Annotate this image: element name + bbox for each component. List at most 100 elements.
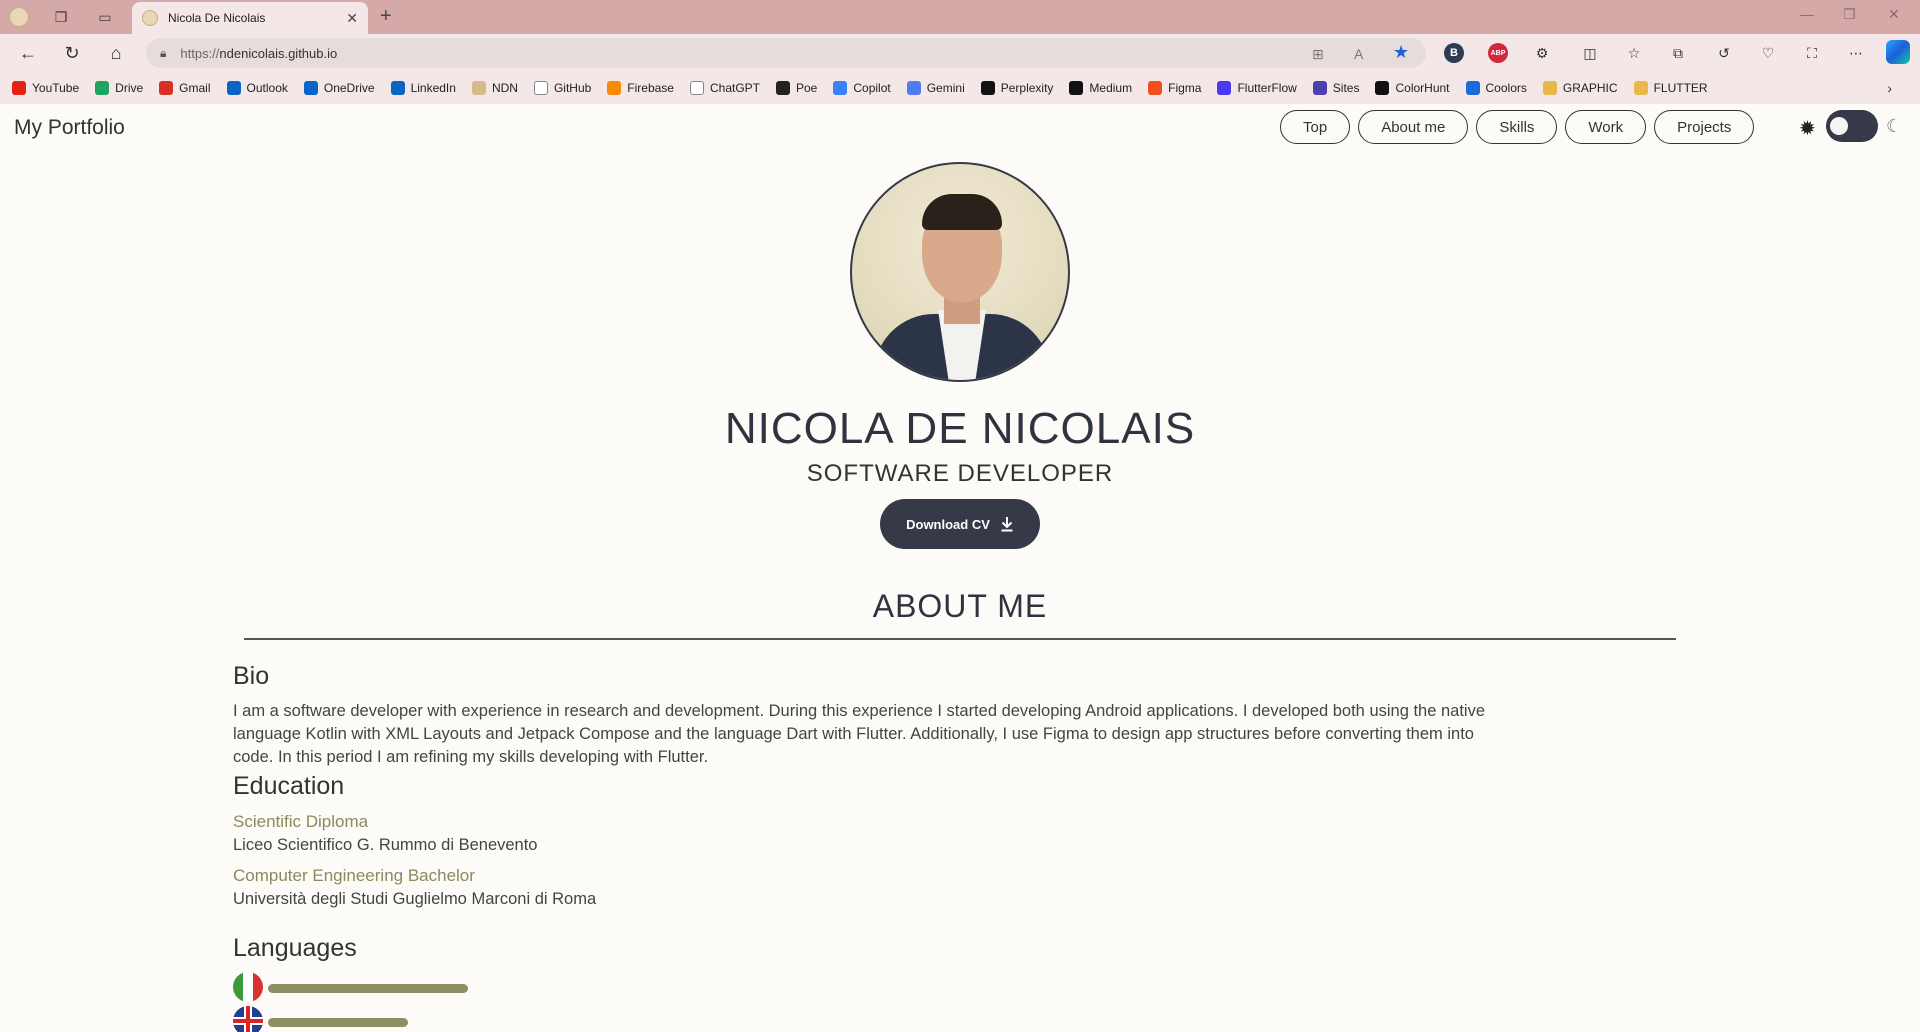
bookmark-colorhunt[interactable]: ColorHunt: [1375, 81, 1450, 95]
bookmark-youtube[interactable]: YouTube: [12, 81, 79, 95]
bookmark-chatgpt[interactable]: ChatGPT: [689, 81, 760, 95]
bookmarks-bar: YouTube Drive Gmail Outlook OneDrive LinkedIn…: [0, 72, 1920, 104]
more-bookmarks-icon[interactable]: ›: [1887, 80, 1892, 96]
bookmark-label: Coolors: [1485, 81, 1527, 95]
split-screen-icon[interactable]: ◫: [1580, 43, 1600, 63]
flutterflow-icon: [1217, 81, 1232, 95]
hero-role: SOFTWARE DEVELOPER: [806, 460, 1114, 487]
restore-icon[interactable]: ❐: [1843, 6, 1856, 23]
language-bar-fill: [268, 984, 468, 993]
workspaces-icon[interactable]: ❐: [50, 6, 72, 28]
collections-icon[interactable]: ⧉: [1668, 43, 1688, 63]
education-heading: Education: [233, 772, 345, 800]
read-aloud-icon[interactable]: A: [1354, 46, 1363, 62]
firebase-icon: [607, 81, 622, 95]
bookmark-label: Gemini: [926, 81, 965, 95]
bookmark-perplexity[interactable]: Perplexity: [980, 81, 1054, 95]
bookmark-outlook[interactable]: Outlook: [226, 81, 288, 95]
browser-tab-active[interactable]: Nicola De Nicolais ✕: [132, 2, 368, 34]
bio-heading: Bio: [233, 662, 270, 690]
lock-icon: 🔒︎: [160, 45, 167, 60]
download-cv-button[interactable]: Download CV: [880, 499, 1040, 549]
nav-work[interactable]: Work: [1565, 110, 1647, 144]
bookmark-coolors[interactable]: Coolors: [1465, 81, 1527, 95]
app-available-icon[interactable]: ⊞: [1312, 46, 1324, 63]
bookmark-figma[interactable]: Figma: [1148, 81, 1201, 95]
close-tab-icon[interactable]: ✕: [346, 10, 358, 27]
address-bar[interactable]: 🔒︎ https:// ndenicolais.github.io: [146, 38, 1426, 68]
bookmark-label: Firebase: [627, 81, 674, 95]
bookmark-sites[interactable]: Sites: [1312, 81, 1360, 95]
site-brand[interactable]: My Portfolio: [14, 116, 125, 140]
bookmark-label: YouTube: [32, 81, 80, 95]
new-tab-icon[interactable]: +: [380, 5, 392, 28]
favorites-icon[interactable]: ☆: [1624, 43, 1644, 63]
bookmark-label: LinkedIn: [410, 81, 456, 95]
bookmark-label: GitHub: [553, 81, 592, 95]
folder-icon: [1542, 81, 1557, 95]
about-divider: [244, 638, 1676, 640]
tab-title: Nicola De Nicolais: [168, 11, 266, 25]
bookmark-flutter[interactable]: FLUTTER: [1633, 81, 1708, 95]
language-bar-italian: [268, 984, 468, 993]
favorite-star-icon[interactable]: ★: [1393, 42, 1409, 63]
bookmark-onedrive[interactable]: OneDrive: [303, 81, 375, 95]
drive-icon: [95, 81, 110, 95]
more-menu-icon[interactable]: ⋯: [1846, 43, 1866, 63]
bookmark-poe[interactable]: Poe: [776, 81, 817, 95]
chatgpt-icon: [689, 81, 704, 95]
bookmark-copilot[interactable]: Copilot: [833, 81, 891, 95]
theme-toggle[interactable]: [1826, 110, 1878, 142]
bookmark-label: Sites: [1332, 81, 1360, 95]
extensions-icon[interactable]: ⚙: [1532, 43, 1552, 63]
minimize-icon[interactable]: —: [1800, 6, 1814, 22]
moon-icon: ☾: [1886, 116, 1903, 136]
nav-top[interactable]: Top: [1280, 110, 1351, 144]
sun-icon: ✹: [1799, 118, 1816, 140]
back-icon[interactable]: ←: [16, 42, 40, 64]
profile-icon[interactable]: [8, 6, 30, 28]
bookmark-linkedin[interactable]: LinkedIn: [390, 81, 456, 95]
vertical-tabs-icon[interactable]: ▭: [94, 6, 116, 28]
window-close-icon[interactable]: ✕: [1888, 6, 1900, 23]
nav-projects[interactable]: Projects: [1654, 110, 1755, 144]
uk-flag-icon: [233, 1006, 263, 1032]
history-icon[interactable]: ↺: [1714, 43, 1734, 63]
download-cv-label: Download CV: [906, 516, 990, 532]
nav-about-me[interactable]: About me: [1358, 110, 1469, 144]
bookmark-medium[interactable]: Medium: [1069, 81, 1132, 95]
bookmark-label: Drive: [115, 81, 144, 95]
education-degree: Computer Engineering Bachelor: [233, 866, 475, 885]
bookmark-ndn[interactable]: NDN: [471, 81, 518, 95]
folder-icon: [1633, 81, 1648, 95]
bookmark-label: ChatGPT: [709, 81, 760, 95]
home-icon[interactable]: ⌂: [104, 42, 128, 64]
extension-b-icon[interactable]: B: [1444, 43, 1464, 63]
adblock-plus-icon[interactable]: ABP: [1488, 43, 1508, 63]
bookmark-label: Gmail: [179, 81, 211, 95]
hero-name: NICOLA DE NICOLAIS: [724, 404, 1196, 453]
bookmark-gemini[interactable]: Gemini: [906, 81, 965, 95]
bookmark-firebase[interactable]: Firebase: [607, 81, 674, 95]
ndn-icon: [471, 81, 486, 95]
bookmark-graphic[interactable]: GRAPHIC: [1542, 81, 1618, 95]
reload-icon[interactable]: ↻: [60, 42, 84, 64]
url-host: ndenicolais.github.io: [219, 45, 338, 61]
screenshot-icon[interactable]: ⛶: [1802, 43, 1822, 63]
bookmark-github[interactable]: GitHub: [533, 81, 592, 95]
colorhunt-icon: [1375, 81, 1390, 95]
bookmark-flutterflow[interactable]: FlutterFlow: [1217, 81, 1297, 95]
bookmark-drive[interactable]: Drive: [95, 81, 143, 95]
bookmark-label: Perplexity: [1000, 81, 1054, 95]
bookmark-label: NDN: [491, 81, 518, 95]
about-heading: ABOUT ME: [872, 588, 1048, 624]
nav-skills[interactable]: Skills: [1476, 110, 1558, 144]
language-bar-fill: [268, 1018, 408, 1027]
figma-icon: [1148, 81, 1163, 95]
copilot-icon[interactable]: [1886, 40, 1910, 64]
toggle-knob: [1830, 117, 1848, 135]
bookmark-gmail[interactable]: Gmail: [159, 81, 211, 95]
performance-icon[interactable]: ♡: [1758, 43, 1778, 63]
bookmark-label: Figma: [1168, 81, 1202, 95]
perplexity-icon: [980, 81, 995, 95]
